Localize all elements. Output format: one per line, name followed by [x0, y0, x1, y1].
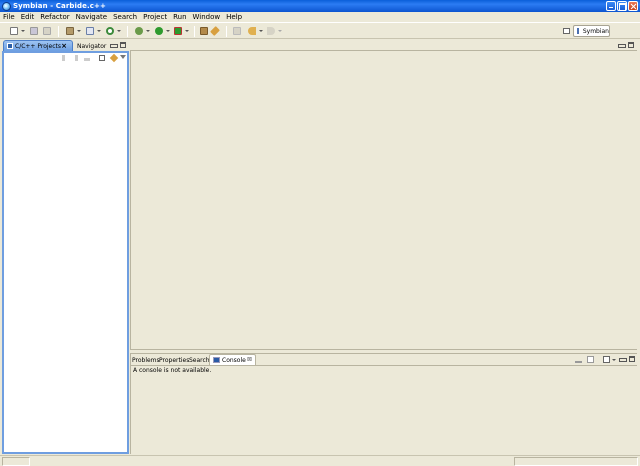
open-console-icon[interactable]	[603, 356, 610, 363]
cpp-projects-icon	[7, 43, 13, 49]
menu-project[interactable]: Project	[143, 13, 167, 21]
close-tab-icon[interactable]: ⊠	[247, 356, 252, 363]
menu-help[interactable]: Help	[226, 13, 242, 21]
console-icon	[213, 357, 220, 363]
console-message: A console is not available.	[133, 367, 212, 374]
back-icon[interactable]	[62, 55, 68, 61]
projects-view: C/C++ Projects × Navigator	[2, 40, 129, 454]
minimize-view-icon[interactable]	[619, 356, 627, 362]
forward-icon[interactable]	[72, 55, 78, 61]
symbian-perspective-icon	[577, 28, 579, 34]
status-cell	[514, 457, 638, 466]
window-controls	[606, 1, 638, 11]
minimize-editor-icon[interactable]	[618, 42, 626, 48]
new-icon[interactable]	[10, 27, 18, 35]
toolbar-separator	[226, 26, 227, 37]
toolbar-separator	[127, 26, 128, 37]
console-view: Problems Properties Search Console ⊠ A c…	[130, 353, 637, 454]
display-console-icon[interactable]	[587, 356, 594, 363]
debug-dropdown-icon[interactable]	[146, 30, 150, 32]
status-cell	[2, 457, 30, 466]
minimize-view-icon[interactable]	[110, 42, 118, 48]
tab-navigator[interactable]: Navigator	[75, 41, 108, 51]
open-console-dropdown-icon[interactable]	[612, 359, 616, 361]
tab-search-label: Search	[189, 356, 210, 364]
forward-dropdown-icon[interactable]	[278, 30, 282, 32]
maximize-view-icon[interactable]	[120, 42, 126, 48]
external-tools-icon[interactable]	[174, 27, 182, 35]
status-bar	[0, 455, 640, 466]
maximize-view-icon[interactable]	[629, 356, 635, 362]
toolbar-separator	[58, 26, 59, 37]
back-icon[interactable]	[248, 27, 256, 35]
title-bar: Symbian - Carbide.c++	[0, 0, 640, 12]
link-editor-icon[interactable]	[109, 53, 119, 63]
tab-search[interactable]: Search	[189, 355, 210, 365]
tab-problems-label: Problems	[132, 356, 160, 364]
main-toolbar: Symbian	[0, 22, 640, 39]
pin-icon[interactable]	[210, 26, 220, 36]
perspective-label: Symbian	[582, 27, 609, 35]
tab-problems[interactable]: Problems	[132, 355, 160, 365]
menu-refactor[interactable]: Refactor	[40, 13, 69, 21]
view-menu-icon[interactable]	[120, 55, 126, 59]
menu-search[interactable]: Search	[113, 13, 137, 21]
search-icon[interactable]	[106, 27, 114, 35]
toolbar-separator	[194, 26, 195, 37]
tab-console[interactable]: Console ⊠	[209, 354, 256, 365]
open-type-icon[interactable]	[200, 27, 208, 35]
menu-bar: File Edit Refactor Navigate Search Proje…	[0, 12, 640, 22]
run-icon[interactable]	[155, 27, 163, 35]
app-icon	[2, 1, 11, 11]
new-class-icon[interactable]	[86, 27, 94, 35]
collapse-all-icon[interactable]	[99, 55, 105, 61]
open-perspective-icon[interactable]	[563, 28, 570, 34]
window-title: Symbian - Carbide.c++	[13, 2, 106, 10]
tab-cpp-projects[interactable]: C/C++ Projects ×	[3, 40, 73, 51]
close-tab-icon[interactable]: ×	[61, 42, 67, 50]
tab-cpp-projects-label: C/C++ Projects	[15, 42, 62, 50]
forward-icon[interactable]	[267, 27, 275, 35]
last-edit-icon[interactable]	[233, 27, 241, 35]
save-icon[interactable]	[30, 27, 38, 35]
minimize-icon[interactable]	[606, 1, 616, 11]
tab-console-label: Console	[222, 356, 246, 364]
print-icon[interactable]	[43, 27, 51, 35]
search-dropdown-icon[interactable]	[117, 30, 121, 32]
menu-run[interactable]: Run	[173, 13, 186, 21]
console-output[interactable]: A console is not available.	[131, 365, 637, 454]
build-icon[interactable]	[66, 27, 74, 35]
debug-icon[interactable]	[135, 27, 143, 35]
menu-file[interactable]: File	[3, 13, 15, 21]
pin-console-icon[interactable]	[575, 356, 582, 363]
tab-properties[interactable]: Properties	[159, 355, 189, 365]
new-dropdown-icon[interactable]	[21, 30, 25, 32]
editor-area	[130, 40, 637, 350]
back-dropdown-icon[interactable]	[259, 30, 263, 32]
up-icon[interactable]	[84, 55, 90, 61]
console-view-tabs: Problems Properties Search Console ⊠	[131, 354, 638, 365]
maximize-editor-icon[interactable]	[628, 42, 634, 48]
maximize-icon[interactable]	[617, 1, 627, 11]
close-icon[interactable]	[628, 1, 638, 11]
perspective-symbian-button[interactable]: Symbian	[573, 25, 610, 37]
run-dropdown-icon[interactable]	[166, 30, 170, 32]
tab-navigator-label: Navigator	[77, 42, 107, 50]
projects-view-tabs: C/C++ Projects × Navigator	[2, 40, 129, 51]
menu-navigate[interactable]: Navigate	[76, 13, 107, 21]
projects-tree[interactable]	[2, 51, 129, 454]
editor-placeholder	[130, 50, 637, 350]
menu-edit[interactable]: Edit	[21, 13, 35, 21]
external-tools-dropdown-icon[interactable]	[185, 30, 189, 32]
build-dropdown-icon[interactable]	[77, 30, 81, 32]
menu-window[interactable]: Window	[193, 13, 221, 21]
new-class-dropdown-icon[interactable]	[97, 30, 101, 32]
projects-view-toolbar	[4, 53, 127, 63]
tab-properties-label: Properties	[159, 356, 190, 364]
